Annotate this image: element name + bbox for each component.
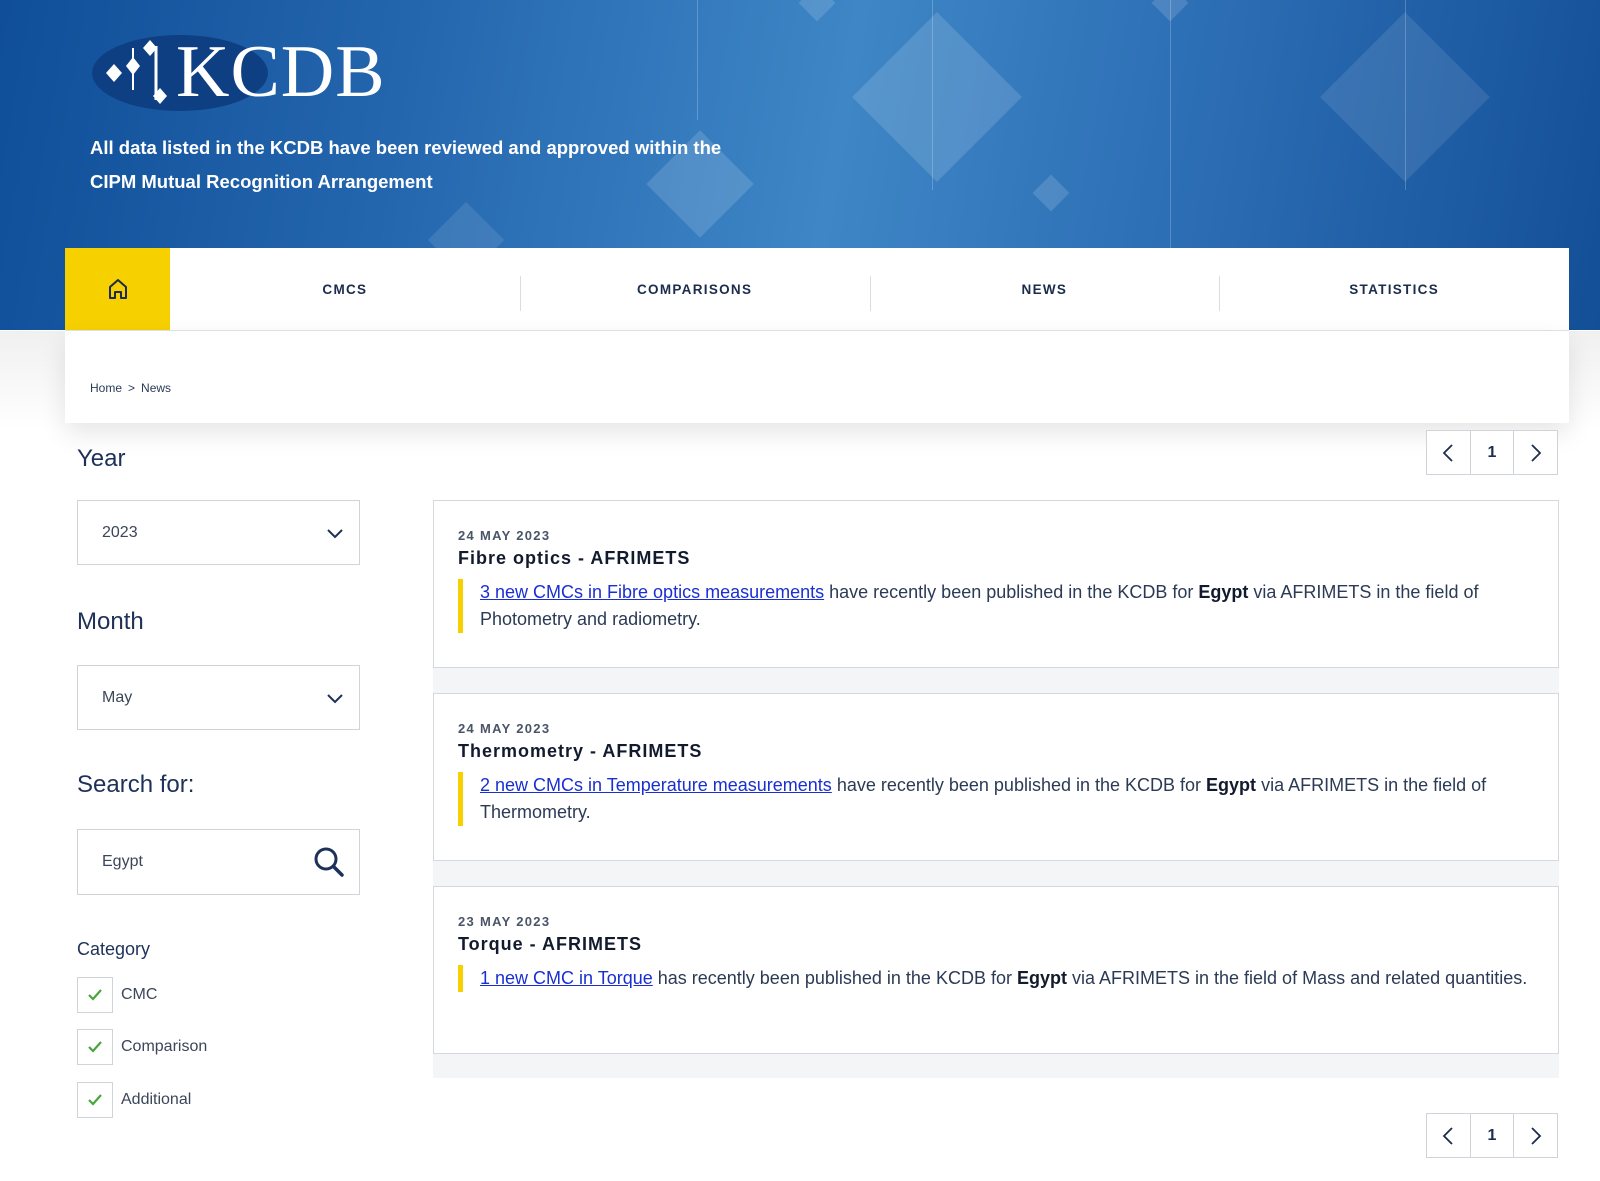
category-cmc-checkbox[interactable]: CMC — [77, 977, 157, 1013]
news-date: 24 MAY 2023 — [458, 721, 551, 736]
nav-statistics[interactable]: STATISTICS — [1219, 248, 1569, 330]
pagination-prev-button[interactable] — [1427, 431, 1470, 474]
tagline-line-1: All data listed in the KCDB have been re… — [90, 137, 722, 158]
category-comparison-checkbox[interactable]: Comparison — [77, 1029, 207, 1065]
breadcrumb: Home > News — [90, 381, 171, 395]
news-text: have recently been published in the KCDB… — [824, 582, 1199, 602]
news-link[interactable]: 1 new CMC in Torque — [480, 968, 653, 988]
nav-news[interactable]: NEWS — [869, 248, 1220, 330]
news-body: 2 new CMCs in Temperature measurements h… — [458, 772, 1538, 826]
news-title: Thermometry - AFRIMETS — [458, 741, 703, 761]
news-date: 24 MAY 2023 — [458, 528, 551, 543]
checkbox[interactable] — [77, 1082, 113, 1118]
news-text: via AFRIMETS in the field of Mass and re… — [1066, 968, 1528, 988]
year-select-value: 2023 — [102, 523, 138, 541]
news-item: 23 MAY 2023 Torque - AFRIMETS 1 new CMC … — [433, 886, 1559, 1054]
pagination-page-number[interactable]: 1 — [1469, 431, 1515, 474]
year-label: Year — [77, 445, 126, 472]
breadcrumb-home-link[interactable]: Home — [90, 381, 122, 395]
news-date: 23 MAY 2023 — [458, 914, 551, 929]
pagination-page-number[interactable]: 1 — [1469, 1114, 1515, 1157]
tagline-line-2: CIPM Mutual Recognition Arrangement — [90, 171, 433, 192]
decor-diamond — [1032, 174, 1070, 212]
month-select[interactable]: May — [77, 665, 360, 730]
decor-line — [697, 0, 698, 120]
news-body: 3 new CMCs in Fibre optics measurements … — [458, 579, 1538, 633]
checkmark-icon — [88, 1094, 102, 1106]
month-label: Month — [77, 608, 144, 635]
chevron-right-icon — [1531, 443, 1541, 462]
category-additional-checkbox[interactable]: Additional — [77, 1082, 191, 1118]
chevron-left-icon — [1443, 443, 1453, 462]
breadcrumb-band — [65, 331, 1569, 423]
category-additional-label: Additional — [121, 1091, 192, 1108]
category-label: Category — [77, 939, 151, 959]
nav-cmcs[interactable]: CMCS — [170, 248, 520, 330]
breadcrumb-separator: > — [128, 381, 136, 395]
nav-home-button[interactable] — [65, 248, 170, 330]
news-list: 24 MAY 2023 Fibre optics - AFRIMETS 3 ne… — [433, 500, 1559, 1078]
news-item: 24 MAY 2023 Thermometry - AFRIMETS 2 new… — [433, 693, 1559, 861]
category-comparison-label: Comparison — [121, 1038, 208, 1055]
checkmark-icon — [88, 989, 102, 1001]
chevron-down-icon — [327, 529, 343, 539]
kcdb-logo[interactable]: KCDB — [90, 28, 430, 118]
decor-diamond — [798, 0, 836, 22]
news-title: Torque - AFRIMETS — [458, 934, 642, 954]
news-country: Egypt — [1206, 775, 1257, 795]
decor-shadow — [1568, 331, 1600, 431]
chevron-down-icon — [327, 694, 343, 704]
decor-shadow — [0, 331, 65, 431]
nav-comparisons[interactable]: COMPARISONS — [519, 248, 870, 330]
news-text: have recently been published in the KCDB… — [831, 775, 1207, 795]
news-text: has recently been published in the KCDB … — [652, 968, 1017, 988]
search-input[interactable] — [102, 853, 292, 871]
pagination-bottom: 1 — [1426, 1113, 1558, 1158]
month-select-value: May — [102, 688, 133, 706]
news-item: 24 MAY 2023 Fibre optics - AFRIMETS 3 ne… — [433, 500, 1559, 668]
checkmark-icon — [88, 1041, 102, 1053]
category-cmc-label: CMC — [121, 986, 158, 1003]
logo-text: KCDB — [176, 31, 386, 113]
news-body: 1 new CMC in Torque has recently been pu… — [458, 965, 1538, 992]
breadcrumb-current[interactable]: News — [141, 381, 171, 395]
search-label: Search for: — [77, 771, 195, 798]
decor-diamond — [1320, 12, 1490, 182]
pagination-next-button[interactable] — [1514, 431, 1557, 474]
decor-diamond — [852, 12, 1022, 182]
news-link[interactable]: 2 new CMCs in Temperature measurements — [480, 775, 832, 795]
checkbox[interactable] — [77, 1029, 113, 1065]
header-tagline: All data listed in the KCDB have been re… — [90, 131, 770, 199]
pagination-next-button[interactable] — [1514, 1114, 1557, 1157]
search-field[interactable] — [77, 829, 360, 895]
news-link[interactable]: 3 new CMCs in Fibre optics measurements — [480, 582, 824, 602]
decor-diamond — [1151, 0, 1189, 22]
news-country: Egypt — [1198, 582, 1249, 602]
year-select[interactable]: 2023 — [77, 500, 360, 565]
main-nav: CMCS COMPARISONS NEWS STATISTICS — [65, 248, 1569, 331]
news-country: Egypt — [1016, 968, 1067, 988]
news-title: Fibre optics - AFRIMETS — [458, 548, 691, 568]
checkbox[interactable] — [77, 977, 113, 1013]
search-icon[interactable] — [313, 846, 345, 878]
pagination-top: 1 — [1426, 430, 1558, 475]
pagination-prev-button[interactable] — [1427, 1114, 1470, 1157]
home-icon — [108, 279, 127, 299]
chevron-right-icon — [1531, 1126, 1541, 1145]
chevron-left-icon — [1443, 1126, 1453, 1145]
